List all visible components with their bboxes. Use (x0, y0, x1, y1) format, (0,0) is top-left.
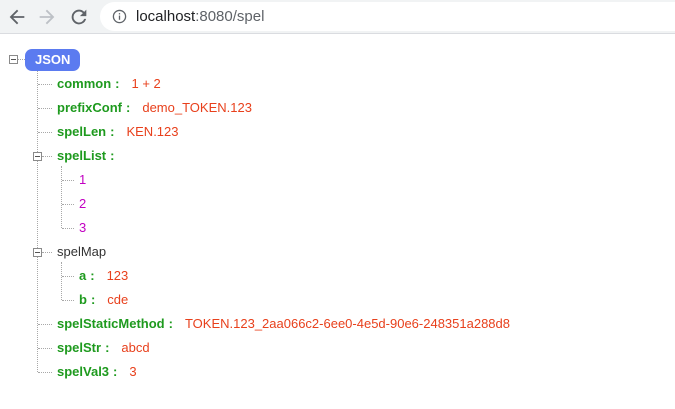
node-value: cde (107, 292, 129, 307)
reload-icon[interactable] (68, 6, 90, 28)
node-key: spelStaticMethod (57, 316, 165, 331)
arrow-right-icon[interactable] (36, 6, 58, 28)
list-item[interactable]: 1 (79, 170, 86, 190)
address-bar[interactable]: localhost:8080/spel (100, 2, 675, 31)
node-prefixconf[interactable]: prefixConf: demo_TOKEN.123 (57, 98, 252, 118)
node-key: a (79, 268, 87, 283)
url-path: :8080/spel (195, 8, 265, 25)
node-spelstaticmethod[interactable]: spelStaticMethod: TOKEN.123_2aa066c2-6ee0… (57, 314, 510, 334)
node-common[interactable]: common:1 + 2 (57, 74, 161, 94)
tree-connector (42, 156, 52, 157)
node-spelmap-b[interactable]: b: cde (79, 290, 128, 310)
tree-connector (38, 84, 52, 85)
node-colon: : (168, 316, 173, 331)
tree-connector (62, 300, 74, 301)
node-key: common (57, 76, 112, 91)
node-colon: : (113, 364, 118, 379)
arrow-left-icon[interactable] (6, 6, 28, 28)
url-host: localhost (136, 8, 196, 25)
node-value: demo_TOKEN.123 (142, 100, 252, 115)
node-value: 3 (129, 364, 137, 379)
node-spelmap[interactable]: spelMap (57, 242, 106, 262)
browser-toolbar: localhost:8080/spel (0, 0, 675, 34)
tree-connector (62, 204, 74, 205)
node-value: 3 (79, 220, 87, 235)
node-key: spelLen (57, 124, 107, 139)
url-text[interactable]: localhost:8080/spel (136, 8, 264, 25)
node-colon: : (110, 148, 115, 163)
root-node-json[interactable]: JSON (25, 49, 81, 71)
tree-connector (62, 276, 74, 277)
tree-connector (38, 348, 52, 349)
node-value: 123 (106, 268, 129, 283)
tree-connector (18, 59, 25, 60)
node-value: TOKEN.123_2aa066c2-6ee0-4e5d-90e6-248351… (184, 316, 510, 331)
node-colon: : (110, 124, 115, 139)
node-spelmap-a[interactable]: a:123 (79, 266, 128, 286)
node-spellen[interactable]: spelLen: KEN.123 (57, 122, 179, 142)
node-value: 2 (79, 196, 87, 211)
node-colon: : (90, 292, 96, 307)
collapse-toggle-spellist[interactable] (33, 152, 42, 161)
collapse-toggle-root[interactable] (9, 55, 18, 64)
node-spelstr[interactable]: spelStr: abcd (57, 338, 150, 358)
node-key: spelStr (57, 340, 102, 355)
list-item[interactable]: 2 (79, 194, 86, 214)
node-colon: : (105, 340, 110, 355)
node-key: prefixConf (57, 100, 122, 115)
tree-connector (62, 180, 74, 181)
tree-connector (42, 252, 52, 253)
node-colon: : (90, 268, 95, 283)
info-circle-icon[interactable] (112, 9, 127, 24)
tree-connector (61, 262, 62, 300)
node-value: 1 + 2 (131, 76, 161, 91)
node-value: abcd (121, 340, 150, 355)
collapse-toggle-spelmap[interactable] (33, 248, 42, 257)
node-key: spelMap (57, 244, 107, 259)
node-key: spelList (57, 148, 107, 163)
tree-connector (38, 132, 52, 133)
tree-connector (61, 166, 62, 228)
tree-connector (62, 228, 74, 229)
node-colon: : (126, 100, 131, 115)
tree-connector (38, 372, 52, 373)
json-tree: JSON common:1 + 2 prefixConf: demo_TOKEN.… (0, 33, 675, 409)
list-item[interactable]: 3 (79, 218, 86, 238)
tree-connector (38, 324, 52, 325)
node-value: 1 (79, 172, 87, 187)
node-key: b (79, 292, 87, 307)
node-colon: : (115, 76, 120, 91)
node-spellist[interactable]: spelList: (57, 146, 126, 166)
node-value: KEN.123 (126, 124, 179, 139)
node-spelval3[interactable]: spelVal3:3 (57, 362, 137, 382)
node-key: spelVal3 (57, 364, 110, 379)
tree-connector (37, 71, 38, 372)
tree-connector (38, 108, 52, 109)
